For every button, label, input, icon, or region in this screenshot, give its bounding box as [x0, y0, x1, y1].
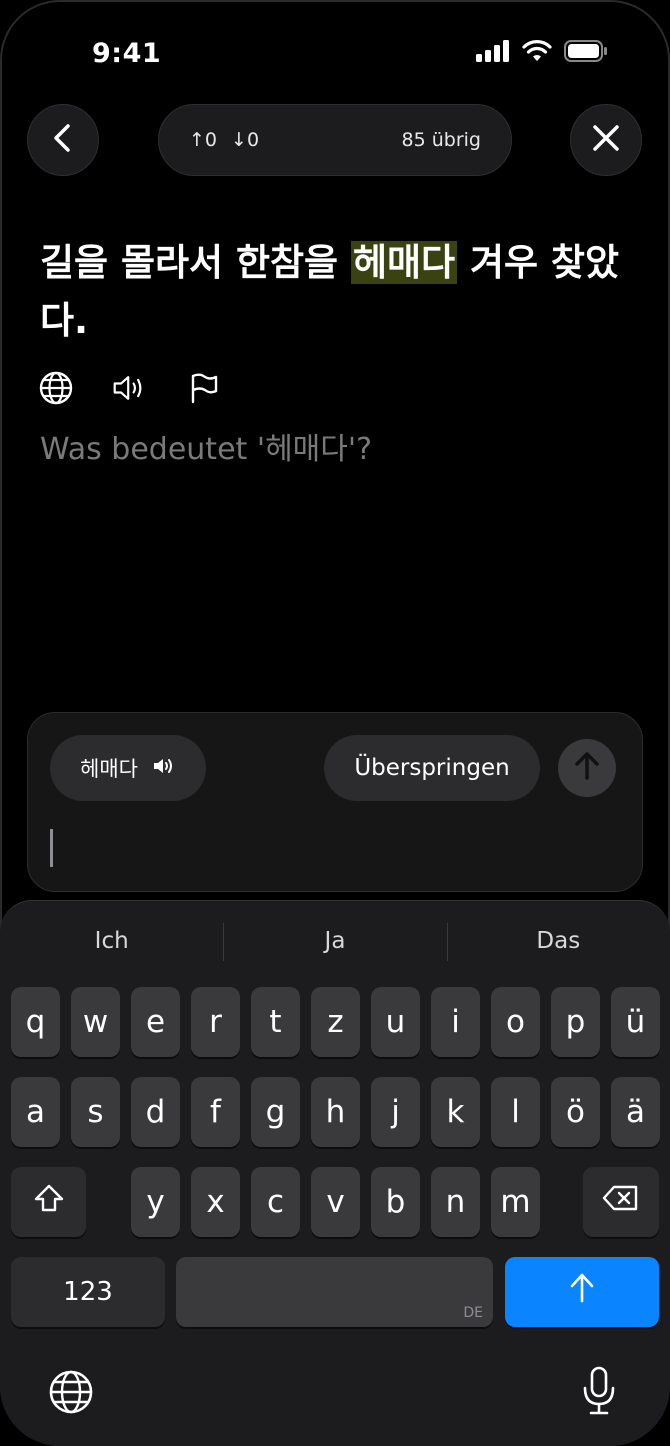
status-icons [476, 40, 608, 66]
key-k[interactable]: k [431, 1077, 480, 1147]
wifi-icon [522, 40, 552, 66]
remaining-count: 85 übrig [401, 129, 481, 151]
submit-button[interactable] [558, 739, 616, 797]
word-chip-label: 헤매다 [80, 757, 138, 781]
speaker-icon[interactable] [112, 370, 148, 406]
key-i[interactable]: i [431, 987, 480, 1057]
arrow-up-icon [569, 1272, 595, 1312]
key-v[interactable]: v [311, 1167, 360, 1237]
phone-screen: 9:41 ↑0 ↓0 85 übrig 길을 몰라서 한참을 헤매다 겨우 찾았… [0, 0, 670, 1446]
key-r[interactable]: r [191, 987, 240, 1057]
key-c[interactable]: c [251, 1167, 300, 1237]
shift-key[interactable] [11, 1167, 86, 1237]
keyboard-language-label: DE [463, 1305, 483, 1321]
flag-icon[interactable] [186, 370, 222, 406]
highlighted-word[interactable]: 헤매다 [350, 241, 458, 284]
key-a[interactable]: a [11, 1077, 60, 1147]
numbers-key[interactable]: 123 [11, 1257, 165, 1327]
key-t[interactable]: t [251, 987, 300, 1057]
shift-icon [33, 1183, 65, 1221]
chevron-left-icon [51, 123, 75, 157]
progress-pill: ↑0 ↓0 85 übrig [158, 104, 512, 176]
key-ae[interactable]: ä [611, 1077, 660, 1147]
key-z[interactable]: z [311, 987, 360, 1057]
question-text: Was bedeutet '헤매다'? [40, 432, 373, 467]
suggestion-1[interactable]: Ich [0, 921, 223, 961]
key-m[interactable]: m [491, 1167, 540, 1237]
key-j[interactable]: j [371, 1077, 420, 1147]
up-count: ↑0 [189, 129, 218, 151]
microphone-icon[interactable] [576, 1363, 622, 1419]
suggestion-bar: Ich Ja Das [0, 921, 670, 961]
key-p[interactable]: p [551, 987, 600, 1057]
down-count: ↓0 [231, 129, 260, 151]
close-icon [591, 123, 621, 157]
suggestion-2[interactable]: Ja [223, 921, 446, 961]
suggestion-3[interactable]: Das [446, 921, 670, 961]
sentence-tools [38, 370, 222, 406]
send-key[interactable] [505, 1257, 659, 1327]
space-key[interactable]: DE [176, 1257, 493, 1327]
key-y[interactable]: y [131, 1167, 180, 1237]
key-g[interactable]: g [251, 1077, 300, 1147]
key-b[interactable]: b [371, 1167, 420, 1237]
korean-sentence: 길을 몰라서 한참을 헤매다 겨우 찾았다. [40, 241, 620, 342]
keyboard: Ich Ja Das q w e r t z u i o p ü a s d f… [0, 900, 670, 1446]
battery-icon [564, 40, 608, 66]
key-l[interactable]: l [491, 1077, 540, 1147]
key-q[interactable]: q [11, 987, 60, 1057]
key-s[interactable]: s [71, 1077, 120, 1147]
review-counts: ↑0 ↓0 [189, 129, 259, 151]
key-oe[interactable]: ö [551, 1077, 600, 1147]
back-button[interactable] [27, 104, 99, 176]
volume-icon [152, 756, 176, 781]
key-w[interactable]: w [71, 987, 120, 1057]
globe-keyboard-icon[interactable] [46, 1367, 96, 1417]
backspace-icon [602, 1184, 640, 1220]
key-x[interactable]: x [191, 1167, 240, 1237]
status-time: 9:41 [92, 38, 162, 69]
key-d[interactable]: d [131, 1077, 180, 1147]
arrow-up-icon [574, 751, 600, 785]
key-o[interactable]: o [491, 987, 540, 1057]
key-ue[interactable]: ü [611, 987, 660, 1057]
key-h[interactable]: h [311, 1077, 360, 1147]
backspace-key[interactable] [583, 1167, 659, 1237]
globe-icon[interactable] [38, 370, 74, 406]
answer-card: 헤매다 Überspringen [27, 712, 643, 892]
signal-icon [476, 40, 510, 66]
key-f[interactable]: f [191, 1077, 240, 1147]
key-n[interactable]: n [431, 1167, 480, 1237]
skip-button[interactable]: Überspringen [324, 735, 540, 801]
key-e[interactable]: e [131, 987, 180, 1057]
key-u[interactable]: u [371, 987, 420, 1057]
answer-input-caret[interactable] [50, 829, 53, 867]
close-button[interactable] [570, 104, 642, 176]
word-audio-chip[interactable]: 헤매다 [50, 735, 206, 801]
